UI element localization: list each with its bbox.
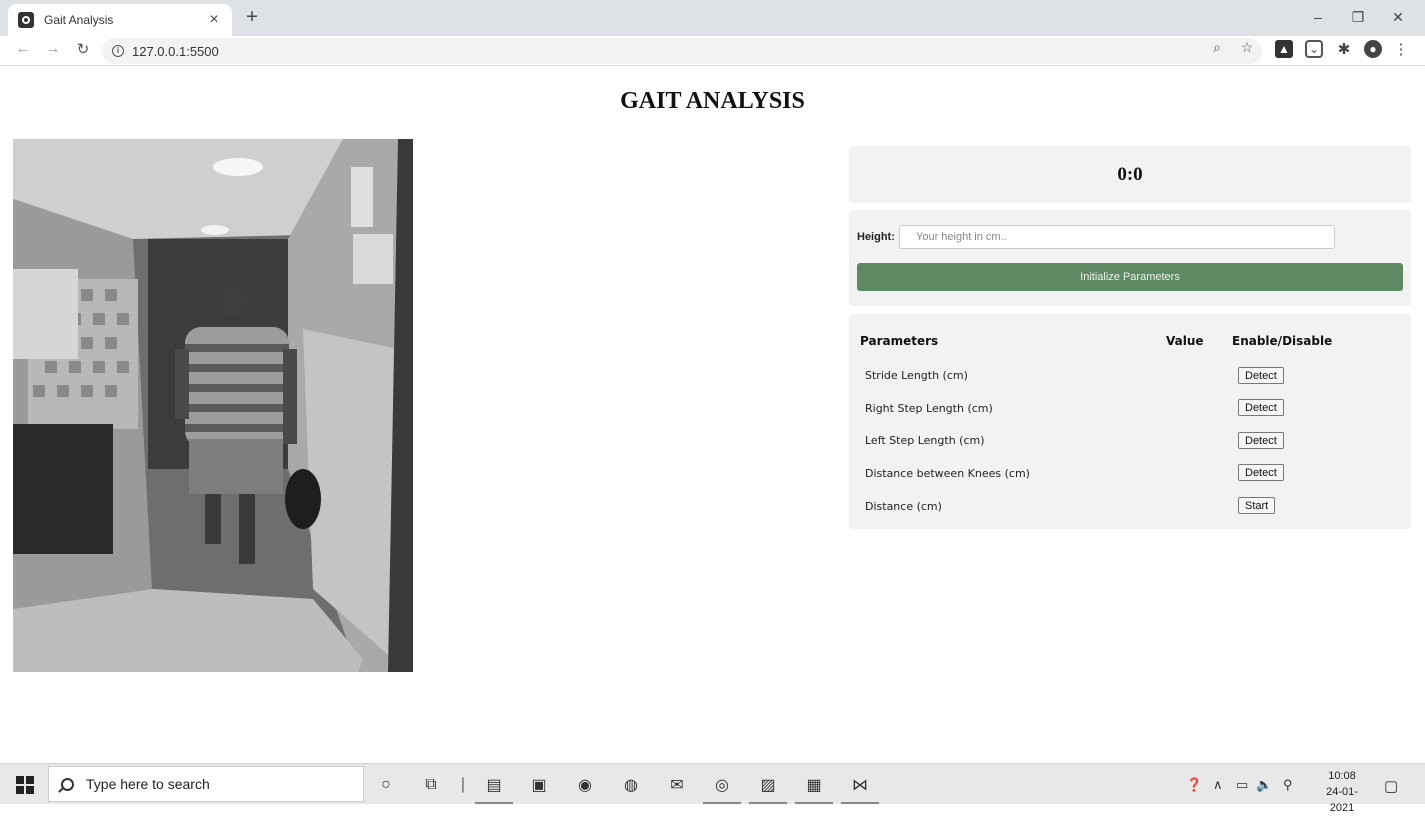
pocket-extension-icon[interactable]: ⌄ <box>1305 40 1323 58</box>
browser-tab[interactable]: Gait Analysis × <box>8 4 232 36</box>
volume-icon[interactable]: 🔈 <box>1256 777 1272 793</box>
file-explorer-icon[interactable]: ▤ <box>483 774 505 796</box>
video-feed-image <box>13 139 413 672</box>
height-label: Height: <box>857 231 895 243</box>
search-icon <box>61 777 74 791</box>
notifications-icon[interactable]: ▢ <box>1384 777 1398 795</box>
score-panel: 0:0 <box>849 146 1411 203</box>
initialize-parameters-button[interactable]: Initialize Parameters <box>857 263 1403 291</box>
pdf-extension-icon[interactable]: ▲ <box>1275 40 1293 58</box>
cortana-icon[interactable]: ○ <box>375 774 397 796</box>
zoom-icon[interactable]: ⌕ <box>1208 39 1226 56</box>
knee-distance-detect-button[interactable]: Detect <box>1238 464 1284 481</box>
clock-time: 10:08 <box>1328 770 1356 782</box>
taskbar-separator: | <box>460 776 466 793</box>
tab-title: Gait Analysis <box>44 13 114 27</box>
show-hidden-icons-chevron-icon[interactable]: ∧ <box>1213 777 1223 793</box>
site-favicon-icon <box>18 12 34 28</box>
parameters-header: Parameters <box>860 334 939 348</box>
browser-toolbar: ← → ↻ i 127.0.0.1:5500 ⌕ ☆ ▲ ⌄ ✱ ● ⋮ <box>0 36 1425 66</box>
parameters-table: Parameters Value Enable/Disable Stride L… <box>849 314 1411 529</box>
left-step-length-label: Left Step Length (cm) <box>865 434 985 447</box>
height-form-panel: Height: Initialize Parameters <box>849 210 1411 306</box>
enable-disable-header: Enable/Disable <box>1232 334 1333 348</box>
tab-close-icon[interactable]: × <box>206 11 222 29</box>
image-app-icon[interactable]: ▨ <box>757 774 779 796</box>
page-title: GAIT ANALYSIS <box>620 88 805 114</box>
bookmark-star-icon[interactable]: ☆ <box>1238 39 1256 56</box>
address-bar[interactable]: i 127.0.0.1:5500 <box>102 38 1262 64</box>
network-icon[interactable]: ⚲ <box>1283 777 1293 793</box>
clock-date: 24-01-2021 <box>1326 786 1358 814</box>
chrome-icon[interactable]: ◎ <box>711 774 733 796</box>
profile-avatar-icon[interactable]: ● <box>1364 40 1382 58</box>
system-clock[interactable]: 10:08 24-01-2021 <box>1314 768 1370 816</box>
close-window-button[interactable]: ✕ <box>1375 4 1421 30</box>
back-arrow-icon[interactable]: ← <box>12 40 34 57</box>
person-walking-image <box>13 139 413 672</box>
distance-label: Distance (cm) <box>865 500 942 513</box>
store-icon[interactable]: ▣ <box>528 774 550 796</box>
value-header: Value <box>1166 334 1204 348</box>
knee-distance-label: Distance between Knees (cm) <box>865 467 1030 480</box>
windows-taskbar: Type here to search ○ ⧉ | ▤ ▣ ◉ ◍ ✉ ◎ ▨ … <box>0 763 1425 814</box>
new-tab-button[interactable]: + <box>242 6 262 29</box>
vscode-icon[interactable]: ⋈ <box>849 774 871 796</box>
edge-browser-icon[interactable]: ◍ <box>620 774 642 796</box>
taskbar-search-box[interactable]: Type here to search <box>48 766 364 802</box>
reload-icon[interactable]: ↻ <box>72 40 94 58</box>
forward-arrow-icon[interactable]: → <box>42 40 64 57</box>
right-step-length-label: Right Step Length (cm) <box>865 402 993 415</box>
taskbar-search-placeholder[interactable]: Type here to search <box>86 776 210 792</box>
left-step-length-detect-button[interactable]: Detect <box>1238 432 1284 449</box>
site-info-icon[interactable]: i <box>112 45 124 57</box>
right-step-length-detect-button[interactable]: Detect <box>1238 399 1284 416</box>
office-icon[interactable]: ◉ <box>574 774 596 796</box>
address-url[interactable]: 127.0.0.1:5500 <box>132 44 219 59</box>
extensions-puzzle-icon[interactable]: ✱ <box>1335 40 1353 58</box>
mail-icon[interactable]: ✉ <box>666 774 688 796</box>
height-input[interactable] <box>899 225 1335 249</box>
stride-length-label: Stride Length (cm) <box>865 369 968 382</box>
battery-icon[interactable]: ▭ <box>1236 777 1248 793</box>
word-icon[interactable]: ▦ <box>803 774 825 796</box>
browser-tabbar: Gait Analysis × + – ❐ ✕ <box>0 0 1425 36</box>
score-display: 0:0 <box>1117 163 1143 185</box>
help-icon[interactable]: ❓ <box>1186 777 1202 793</box>
stride-length-detect-button[interactable]: Detect <box>1238 367 1284 384</box>
distance-start-button[interactable]: Start <box>1238 497 1276 514</box>
task-view-icon[interactable]: ⧉ <box>420 774 442 796</box>
windows-start-icon[interactable] <box>16 776 34 794</box>
browser-menu-icon[interactable]: ⋮ <box>1392 40 1410 58</box>
